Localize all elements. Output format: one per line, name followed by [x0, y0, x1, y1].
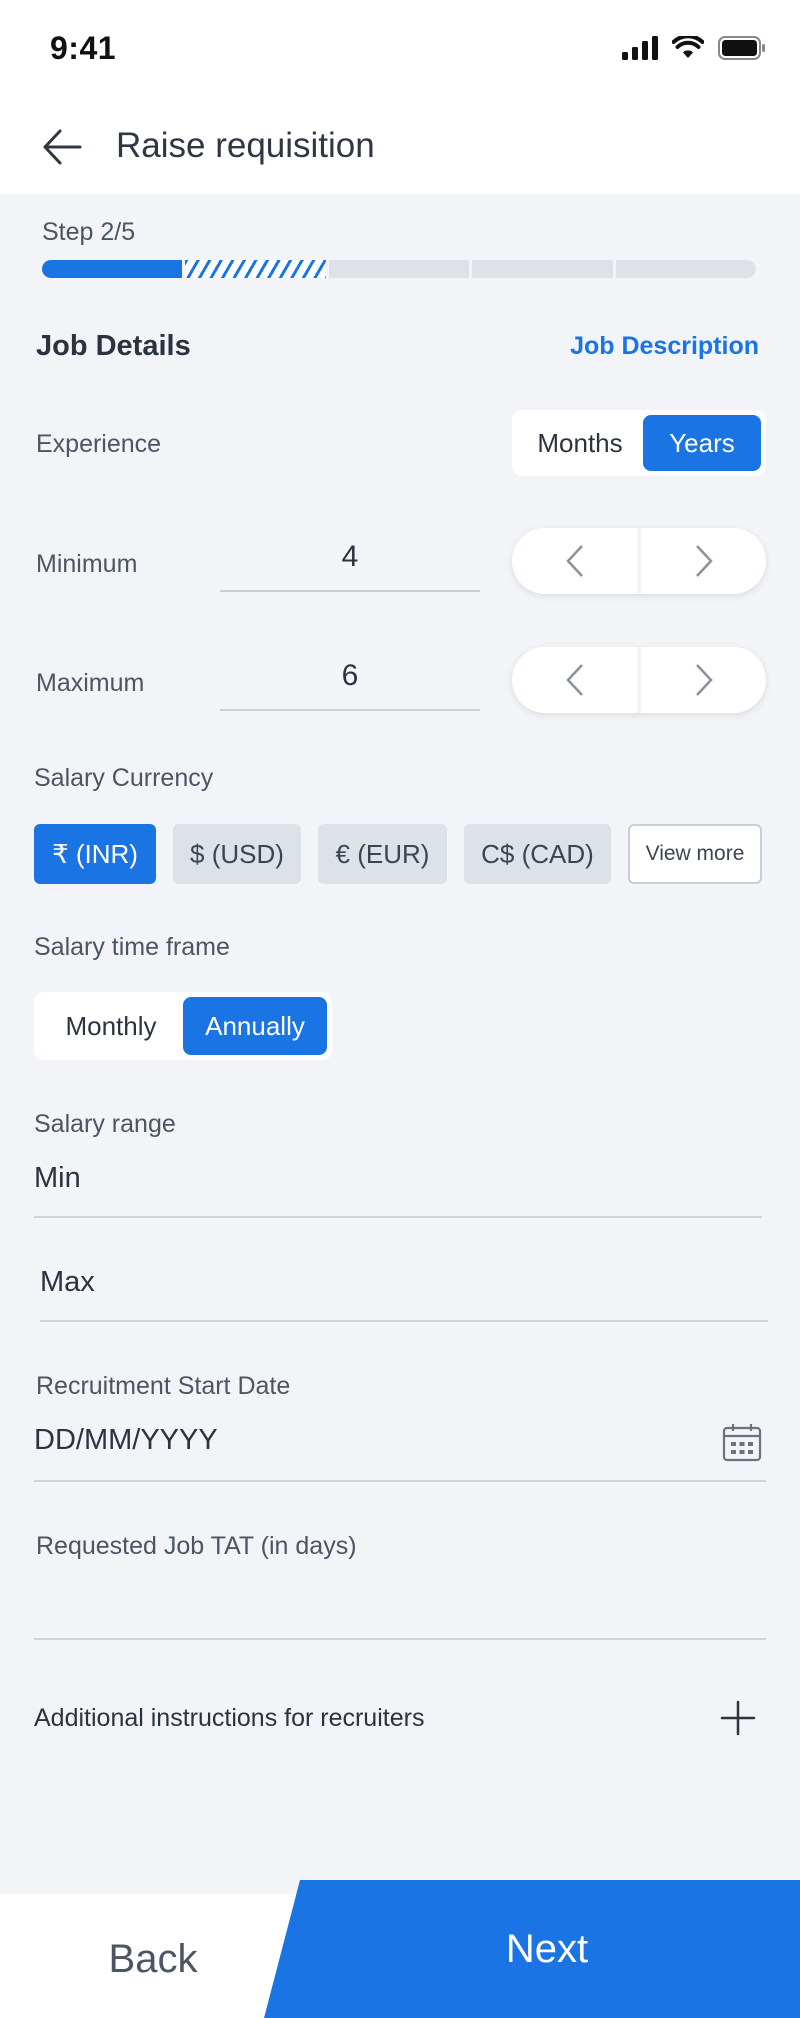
- recruitment-start-date-input[interactable]: DD/MM/YYYY: [34, 1424, 766, 1482]
- next-button[interactable]: Next: [264, 1880, 800, 2018]
- status-bar: 9:41: [0, 0, 800, 100]
- chevron-left-icon: [565, 664, 583, 696]
- chevron-right-icon: [695, 664, 713, 696]
- currency-chip-eur[interactable]: € (EUR): [318, 824, 447, 884]
- maximum-stepper: [512, 647, 766, 713]
- maximum-label: Maximum: [36, 669, 145, 697]
- experience-unit-months[interactable]: Months: [517, 415, 643, 471]
- recruitment-start-date-label: Recruitment Start Date: [36, 1372, 291, 1400]
- job-description-link[interactable]: Job Description: [570, 332, 759, 361]
- view-more-button[interactable]: View more: [628, 824, 762, 884]
- back-button[interactable]: Back: [0, 1894, 300, 2018]
- experience-unit-toggle: Months Years: [512, 410, 766, 476]
- step-label: Step 2/5: [42, 218, 136, 246]
- battery-icon: [718, 36, 765, 60]
- salary-currency-chips: ₹ (INR) $ (USD) € (EUR) C$ (CAD) View mo…: [34, 824, 762, 884]
- experience-label: Experience: [36, 430, 162, 458]
- salary-time-frame-toggle: Monthly Annually: [34, 992, 332, 1060]
- time-frame-monthly[interactable]: Monthly: [39, 997, 183, 1055]
- currency-chip-usd[interactable]: $ (USD): [173, 824, 301, 884]
- minimum-input[interactable]: 4: [220, 528, 480, 592]
- minimum-label: Minimum: [36, 550, 138, 578]
- minimum-decrement-button[interactable]: [512, 528, 637, 594]
- step-progress-bar: [42, 260, 757, 278]
- salary-currency-label: Salary Currency: [34, 764, 214, 792]
- requested-job-tat-input[interactable]: [34, 1580, 766, 1640]
- salary-max-input[interactable]: Max: [40, 1266, 768, 1322]
- plus-icon[interactable]: [720, 1700, 756, 1736]
- progress-segment-2: [185, 260, 326, 278]
- chevron-left-icon: [565, 545, 583, 577]
- progress-segment-4: [472, 260, 613, 278]
- status-time: 9:41: [50, 30, 117, 66]
- maximum-increment-button[interactable]: [641, 647, 766, 713]
- minimum-increment-button[interactable]: [641, 528, 766, 594]
- app-header: Raise requisition: [0, 100, 800, 194]
- progress-segment-3: [328, 260, 470, 278]
- additional-instructions-row[interactable]: Additional instructions for recruiters: [34, 1700, 766, 1740]
- arrow-left-icon[interactable]: [42, 128, 82, 166]
- salary-time-frame-label: Salary time frame: [34, 933, 230, 961]
- maximum-decrement-button[interactable]: [512, 647, 637, 713]
- additional-instructions-label: Additional instructions for recruiters: [34, 1704, 425, 1732]
- footer-actions: Back Next: [0, 1880, 800, 2018]
- status-icons: [622, 36, 766, 60]
- progress-segment-1: [42, 260, 183, 278]
- calendar-icon[interactable]: [722, 1422, 762, 1462]
- currency-chip-inr[interactable]: ₹ (INR): [34, 824, 156, 884]
- wifi-icon: [672, 36, 704, 58]
- salary-range-label: Salary range: [34, 1110, 176, 1138]
- section-title: Job Details: [36, 330, 191, 362]
- salary-min-input[interactable]: Min: [34, 1162, 762, 1218]
- maximum-input[interactable]: 6: [220, 647, 480, 711]
- back-button-label: Back: [108, 1936, 198, 1981]
- page-title: Raise requisition: [116, 126, 375, 165]
- experience-unit-years[interactable]: Years: [643, 415, 761, 471]
- minimum-stepper: [512, 528, 766, 594]
- progress-segment-5: [615, 260, 757, 278]
- requested-job-tat-label: Requested Job TAT (in days): [36, 1532, 357, 1560]
- cellular-signal-icon: [622, 36, 658, 60]
- time-frame-annually[interactable]: Annually: [183, 997, 327, 1055]
- currency-chip-cad[interactable]: C$ (CAD): [464, 824, 611, 884]
- chevron-right-icon: [695, 545, 713, 577]
